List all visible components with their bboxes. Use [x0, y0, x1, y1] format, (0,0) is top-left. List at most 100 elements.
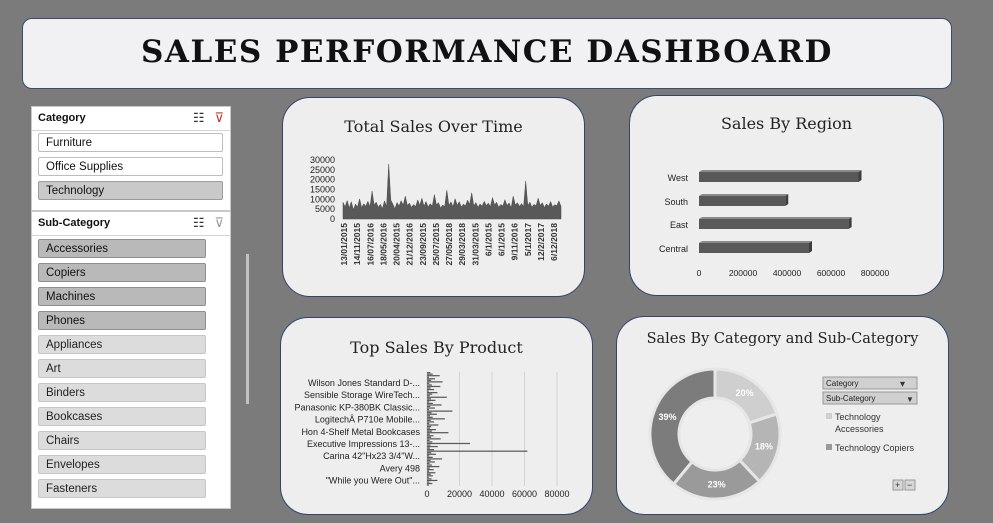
product-bar [427, 396, 447, 398]
slicer-item-binders[interactable]: Binders [38, 383, 206, 402]
product-bar [427, 390, 429, 392]
legend-label: Accessories [835, 424, 884, 434]
multi-select-icon[interactable]: ☷ [193, 110, 205, 125]
product-bar [427, 472, 436, 474]
slicer-item-bookcases[interactable]: Bookcases [38, 407, 206, 426]
product-bar [427, 422, 430, 425]
product-bar [427, 378, 436, 380]
subcategory-slicer: Sub-Category ☷ ⊽ Accessories Copiers Machin… [31, 211, 249, 509]
slicer-item-appliances[interactable]: Appliances [38, 335, 206, 354]
region-bar [699, 172, 859, 182]
multi-select-icon[interactable]: ☷ [193, 215, 205, 230]
slicer-item-technology[interactable]: Technology [38, 181, 223, 200]
product-bar [427, 484, 429, 486]
product-bar [427, 439, 430, 442]
slicer-scrollbar[interactable] [246, 254, 249, 404]
legend-swatch [826, 444, 832, 450]
product-bar [427, 449, 434, 451]
x-tick-label: 0 [697, 268, 702, 278]
product-label: Wilson Jones Standard D-... [308, 378, 420, 388]
product-label: "While you Were Out"... [326, 476, 420, 486]
chevron-down-icon: ▼ [906, 395, 914, 404]
y-tick-label: 10000 [310, 194, 335, 204]
product-label: LogitechÂ P710e Mobile... [315, 415, 420, 425]
category-slicer-title: Category [38, 112, 86, 124]
product-bar [427, 464, 432, 466]
x-tick-label: 25/07/2015 [431, 223, 441, 266]
product-bar [427, 407, 435, 409]
product-bar [427, 405, 431, 408]
product-bar [427, 453, 436, 455]
product-bar [427, 416, 433, 418]
slicer-item-art[interactable]: Art [38, 359, 206, 378]
x-tick-label: 27/05/2018 [444, 223, 454, 266]
category-label: Central [659, 244, 688, 254]
region-bar [699, 219, 849, 229]
product-bar [427, 427, 431, 429]
product-bar [427, 384, 432, 386]
bar-top [699, 194, 789, 196]
bar-side [809, 241, 812, 253]
product-bar [427, 395, 430, 397]
product-bar [427, 415, 430, 417]
x-tick-label: 29/03/2018 [457, 223, 467, 266]
donut-slice [648, 367, 717, 487]
product-label: Sensible Storage WireTech... [304, 390, 420, 400]
slicer-item-machines[interactable]: Machines [38, 287, 206, 306]
slicer-item-phones[interactable]: Phones [38, 311, 206, 330]
filter-icon: ▾ [900, 379, 905, 390]
product-bar [427, 462, 430, 465]
product-bar [427, 393, 433, 395]
product-bar [427, 408, 429, 411]
slicer-item-office-supplies[interactable]: Office Supplies [38, 157, 223, 176]
product-bar [427, 473, 431, 475]
product-bar [427, 476, 429, 478]
product-bar [427, 372, 431, 374]
y-tick-label: 20000 [310, 175, 335, 185]
product-label: Hon 4-Shelf Metal Bookcases [301, 427, 420, 437]
product-bar [427, 388, 435, 391]
slicer-item-furniture[interactable]: Furniture [38, 133, 223, 152]
product-bar [427, 432, 449, 434]
slice-label: 18% [755, 442, 773, 452]
bar-side [858, 170, 862, 182]
category-donut-card: Sales By Category and Sub-Category 20% 18… [616, 316, 949, 515]
category-label: South [664, 197, 688, 207]
x-tick-label: 14/11/2015 [352, 223, 362, 265]
product-label: Carina 42"Hx23 3/4"W... [323, 451, 420, 461]
product-bar [427, 475, 433, 477]
product-label: Executive Impressions 13-... [307, 439, 420, 449]
product-bar [427, 418, 445, 420]
slice-label: 20% [736, 388, 754, 398]
y-tick-label: 5000 [315, 204, 335, 214]
x-tick-label: 31/03/2015 [470, 223, 480, 266]
slicer-item-copiers[interactable]: Copiers [38, 263, 206, 282]
slicer-item-envelopes[interactable]: Envelopes [38, 455, 206, 474]
slicer-item-fasteners[interactable]: Fasteners [38, 479, 206, 498]
clear-filter-icon[interactable]: ⊽ [214, 110, 224, 125]
clear-filter-icon[interactable]: ⊽ [214, 215, 224, 230]
sales-over-time-chart: 050001000015000200002500030000 13/01/2015… [310, 155, 562, 266]
slicer-item-accessories[interactable]: Accessories [38, 239, 206, 258]
x-tick-label: 18/05/2016 [378, 223, 388, 266]
slicer-item-chairs[interactable]: Chairs [38, 431, 206, 450]
dashboard-title-card: SALES PERFORMANCE DASHBOARD [22, 18, 952, 89]
product-bar [427, 444, 431, 446]
product-bar [427, 398, 431, 400]
x-tick-label: 9/11/2016 [510, 223, 520, 261]
bar-side [785, 194, 789, 206]
product-bar [427, 410, 453, 412]
product-label: Panasonic KP-380BK Classic... [294, 402, 420, 412]
sales-by-region-chart: West South East Central 0 200000 400000 600000 8… [659, 170, 889, 278]
y-tick-label: 15000 [310, 185, 335, 195]
bar-top [699, 241, 812, 243]
product-bar [427, 425, 432, 428]
x-tick-label: 600000 [817, 268, 846, 278]
bar-top [699, 170, 862, 172]
x-tick-label: 0 [424, 489, 429, 499]
product-bar [427, 433, 430, 435]
product-bar [427, 467, 430, 469]
bar-side [848, 217, 852, 229]
x-tick-label: 16/07/2016 [365, 223, 375, 266]
legend-swatch [826, 413, 832, 419]
